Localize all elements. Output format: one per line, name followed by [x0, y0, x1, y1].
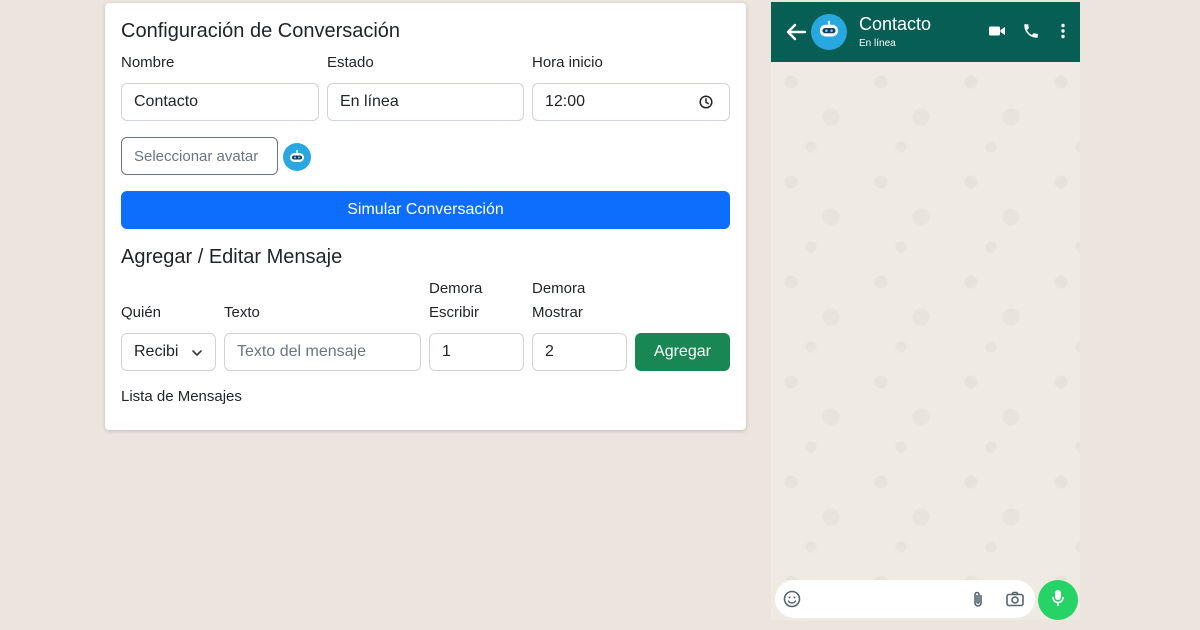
- delay-write-label-line1: Demora: [429, 280, 483, 297]
- text-label: Texto: [224, 304, 260, 321]
- config-title: Configuración de Conversación: [121, 20, 401, 42]
- status-label: Estado: [327, 54, 374, 71]
- video-call-icon[interactable]: [988, 22, 1006, 45]
- attach-icon[interactable]: [971, 590, 985, 613]
- camera-icon[interactable]: [1006, 591, 1024, 612]
- who-select-value: Recibi: [134, 343, 179, 360]
- phone-icon[interactable]: [1022, 22, 1040, 45]
- who-select[interactable]: Recibi: [121, 333, 216, 371]
- select-avatar-label: Seleccionar avatar: [134, 147, 259, 165]
- simulate-conversation-label: Simular Conversación: [347, 201, 504, 218]
- delay-show-value: 2: [545, 343, 554, 360]
- status-input[interactable]: En línea: [327, 83, 524, 121]
- bot-avatar-icon: [283, 143, 311, 171]
- sticker-icon[interactable]: [783, 590, 801, 613]
- message-text-placeholder: Texto del mensaje: [237, 343, 366, 360]
- simulate-conversation-button[interactable]: Simular Conversación: [121, 191, 730, 229]
- add-message-label: Agregar: [654, 343, 711, 360]
- name-input[interactable]: Contacto: [121, 83, 319, 121]
- message-form-title: Agregar / Editar Mensaje: [121, 246, 343, 268]
- contact-status: En línea: [859, 38, 896, 49]
- contact-name: Contacto: [859, 14, 932, 34]
- delay-write-value: 1: [442, 343, 451, 360]
- add-message-button[interactable]: Agregar: [635, 333, 730, 371]
- chat-header: Contacto En línea: [771, 2, 1080, 62]
- delay-show-label-line2: Mostrar: [532, 304, 583, 321]
- select-avatar-button[interactable]: Seleccionar avatar: [121, 137, 278, 175]
- start-time-input[interactable]: 12:00: [532, 83, 730, 121]
- delay-show-input[interactable]: 2: [532, 333, 627, 371]
- delay-show-label-line1: Demora: [532, 280, 586, 297]
- name-input-value: Contacto: [134, 93, 199, 110]
- message-list-title: Lista de Mensajes: [121, 388, 242, 405]
- status-input-value: En línea: [340, 93, 399, 110]
- who-label: Quién: [121, 304, 162, 321]
- bot-avatar-icon: [816, 17, 842, 48]
- mic-icon: [1051, 589, 1065, 612]
- chat-body: [771, 62, 1080, 580]
- clock-icon[interactable]: [699, 95, 713, 114]
- contact-avatar[interactable]: [811, 14, 847, 50]
- start-time-value: 12:00: [545, 93, 586, 110]
- delay-write-label-line2: Escribir: [429, 304, 480, 321]
- mic-button[interactable]: [1038, 580, 1078, 620]
- chat-preview: Contacto En línea: [771, 2, 1080, 620]
- message-text-input[interactable]: Texto del mensaje: [224, 333, 421, 371]
- chat-input[interactable]: [775, 580, 1035, 618]
- chevron-down-icon: [191, 346, 203, 364]
- name-label: Nombre: [121, 54, 175, 71]
- config-card: Configuración de Conversación Nombre Est…: [105, 3, 746, 430]
- delay-write-input[interactable]: 1: [429, 333, 524, 371]
- time-label: Hora inicio: [532, 54, 603, 71]
- more-vert-icon[interactable]: [1059, 22, 1067, 45]
- back-arrow-icon[interactable]: [785, 22, 807, 47]
